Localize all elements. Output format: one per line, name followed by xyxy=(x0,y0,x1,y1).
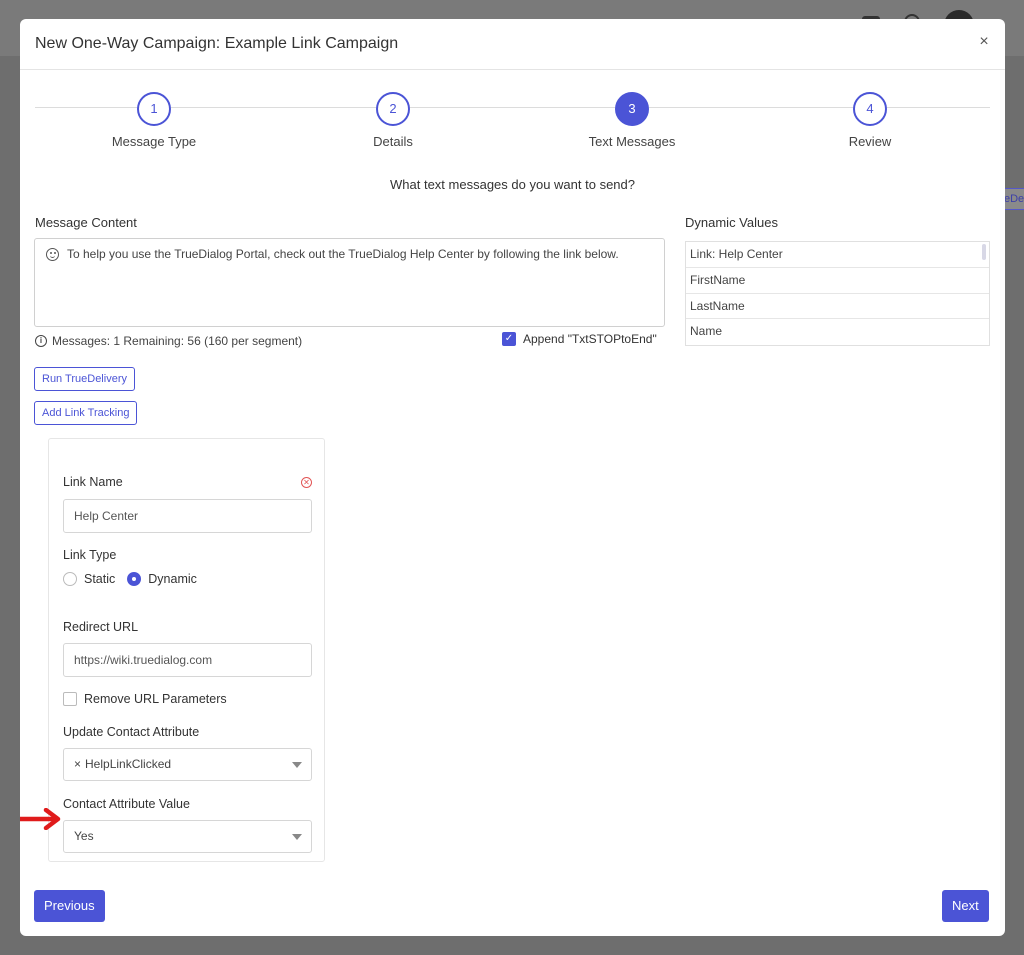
dynamic-values-list: Link: Help Center FirstName LastName Nam… xyxy=(685,241,990,346)
remove-link-icon[interactable]: ✕ xyxy=(301,477,312,488)
next-button[interactable]: Next xyxy=(942,890,989,922)
link-type-label: Link Type xyxy=(63,548,117,562)
radio-static[interactable] xyxy=(63,572,77,586)
dynamic-value-item[interactable]: Name xyxy=(686,319,989,345)
radio-static-label: Static xyxy=(84,572,116,586)
step-label: Review xyxy=(848,134,892,149)
dynamic-value-item[interactable]: Link: Help Center xyxy=(686,242,989,268)
step-message-type[interactable]: 1 Message Type xyxy=(74,92,234,149)
check-icon: ✓ xyxy=(502,332,516,346)
chevron-down-icon xyxy=(292,762,302,768)
step-label: Text Messages xyxy=(588,134,676,149)
update-attribute-value: HelpLinkClicked xyxy=(85,757,172,771)
message-text: To help you use the TrueDialog Portal, c… xyxy=(67,247,619,261)
message-count-info: i Messages: 1 Remaining: 56 (160 per seg… xyxy=(35,334,302,348)
campaign-modal: New One-Way Campaign: Example Link Campa… xyxy=(20,19,1005,936)
dynamic-value-label: Link: Help Center xyxy=(690,247,783,261)
attribute-value: Yes xyxy=(74,829,94,843)
previous-button[interactable]: Previous xyxy=(34,890,105,922)
update-attribute-select[interactable]: × HelpLinkClicked xyxy=(63,748,312,781)
step-details[interactable]: 2 Details xyxy=(313,92,473,149)
update-attribute-label: Update Contact Attribute xyxy=(63,725,200,739)
link-name-label: Link Name xyxy=(63,475,123,489)
info-icon: i xyxy=(35,335,47,347)
step-number: 1 xyxy=(137,92,171,126)
redirect-url-input[interactable]: https://wiki.truedialog.com xyxy=(63,643,312,677)
step-number: 3 xyxy=(615,92,649,126)
dynamic-values-label: Dynamic Values xyxy=(685,215,778,230)
append-stop-label: Append "TxtSTOPtoEnd" xyxy=(523,332,657,346)
checkbox-box xyxy=(63,692,77,706)
add-link-tracking-button[interactable]: Add Link Tracking xyxy=(34,401,138,425)
message-count-text: Messages: 1 Remaining: 56 (160 per segme… xyxy=(52,334,303,348)
modal-header: New One-Way Campaign: Example Link Campa… xyxy=(20,19,1005,70)
message-content-label: Message Content xyxy=(35,215,137,230)
remove-url-params-label: Remove URL Parameters xyxy=(84,692,227,706)
step-label: Message Type xyxy=(111,134,197,149)
run-truedelivery-button[interactable]: Run TrueDelivery xyxy=(34,367,135,391)
emoji-icon[interactable] xyxy=(46,248,59,261)
step-number: 2 xyxy=(376,92,410,126)
redirect-url-label: Redirect URL xyxy=(63,620,139,634)
link-tracking-card: Link Name ✕ Help Center Link Type Static… xyxy=(48,438,325,862)
step-number: 4 xyxy=(853,92,887,126)
chevron-down-icon xyxy=(292,834,302,840)
dynamic-value-item[interactable]: LastName xyxy=(686,294,989,320)
link-type-radios: Static Dynamic xyxy=(63,572,197,586)
dynamic-value-item[interactable]: FirstName xyxy=(686,268,989,294)
step-text-messages[interactable]: 3 Text Messages xyxy=(552,92,712,149)
message-content-input[interactable]: To help you use the TrueDialog Portal, c… xyxy=(34,238,665,327)
radio-dynamic[interactable] xyxy=(127,572,142,586)
link-name-input[interactable]: Help Center xyxy=(63,499,312,533)
scrollbar[interactable] xyxy=(982,244,986,260)
modal-title: New One-Way Campaign: Example Link Campa… xyxy=(35,35,399,52)
remove-tag-icon[interactable]: × xyxy=(74,757,81,771)
step-label: Details xyxy=(373,134,413,149)
step-question: What text messages do you want to send? xyxy=(390,177,635,192)
remove-url-params-checkbox[interactable]: Remove URL Parameters xyxy=(63,692,227,706)
annotation-arrow-icon xyxy=(20,808,61,830)
attribute-value-label: Contact Attribute Value xyxy=(63,797,190,811)
radio-dynamic-label: Dynamic xyxy=(148,572,197,586)
append-stop-checkbox[interactable]: ✓ Append "TxtSTOPtoEnd" xyxy=(502,332,657,346)
attribute-value-select[interactable]: Yes xyxy=(63,820,312,853)
step-review[interactable]: 4 Review xyxy=(790,92,950,149)
close-icon[interactable]: × xyxy=(976,33,992,51)
